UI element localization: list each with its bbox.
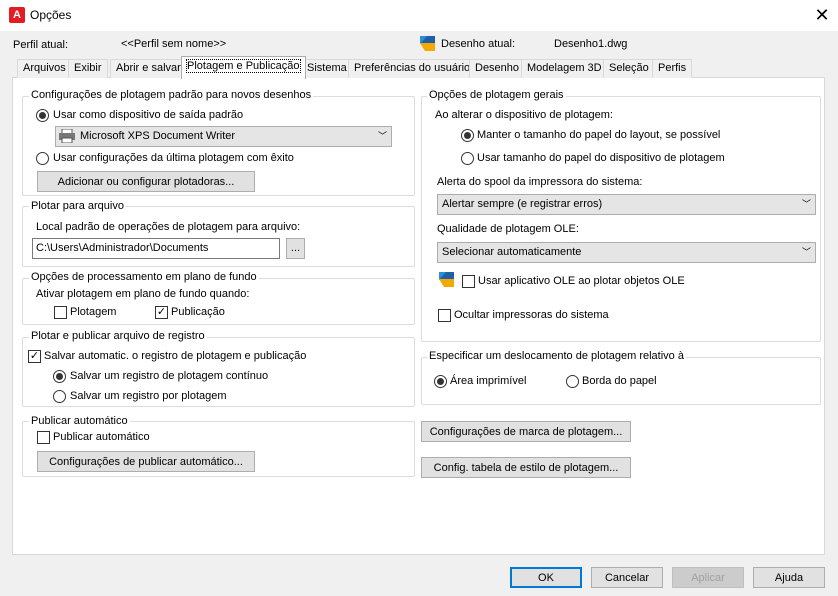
keep-paper-size-radio[interactable] bbox=[461, 129, 474, 142]
ole-app-label: Usar aplicativo OLE ao plotar objetos OL… bbox=[478, 275, 685, 287]
hide-printers-checkbox[interactable] bbox=[438, 309, 451, 322]
use-last-plot-label: Usar configurações da última plotagem co… bbox=[53, 152, 294, 164]
current-profile-value: <<Perfil sem nome>> bbox=[121, 38, 227, 50]
title-bar bbox=[0, 0, 838, 31]
tab-selecao[interactable]: Seleção bbox=[603, 59, 655, 78]
chevron-down-icon: ﹀ bbox=[801, 199, 811, 209]
plot-style-table-button[interactable]: Config. tabela de estilo de plotagem... bbox=[421, 457, 631, 478]
printable-area-radio[interactable] bbox=[434, 375, 447, 388]
paper-edge-label: Borda do papel bbox=[582, 375, 657, 387]
paper-edge-radio[interactable] bbox=[566, 375, 579, 388]
ole-quality-label: Qualidade de plotagem OLE: bbox=[437, 223, 579, 235]
use-device-paper-label: Usar tamanho do papel do dispositivo de … bbox=[477, 152, 725, 164]
background-publish-label: Publicação bbox=[171, 306, 225, 318]
continuous-log-label: Salvar um registro de plotagem contínuo bbox=[70, 370, 269, 382]
general-options-title: Opções de plotagem gerais bbox=[427, 89, 566, 101]
use-default-device-label: Usar como dispositivo de saída padrão bbox=[53, 109, 244, 121]
plot-to-file-label: Local padrão de operações de plotagem pa… bbox=[36, 221, 301, 233]
close-icon[interactable]: ✕ bbox=[810, 3, 834, 27]
tab-modelagem-3d[interactable]: Modelagem 3D bbox=[521, 59, 608, 78]
per-plot-log-label: Salvar um registro por plotagem bbox=[70, 390, 227, 402]
tab-sistema[interactable]: Sistema bbox=[301, 59, 353, 78]
window-title: Opções bbox=[30, 8, 72, 22]
browse-button[interactable]: ... bbox=[286, 238, 305, 259]
ole-quality-select[interactable]: Selecionar automaticamente ﹀ bbox=[437, 242, 816, 263]
background-title: Opções de processamento em plano de fund… bbox=[29, 271, 259, 283]
default-device-select[interactable]: Microsoft XPS Document Writer ﹀ bbox=[55, 126, 392, 147]
background-plot-label: Plotagem bbox=[70, 306, 117, 318]
spool-alert-value: Alertar sempre (e registrar erros) bbox=[442, 198, 603, 210]
autosave-log-label: Salvar automatic. o registro de plotagem… bbox=[44, 350, 307, 362]
default-device-value: Microsoft XPS Document Writer bbox=[80, 130, 236, 142]
current-drawing-label: Desenho atual: bbox=[441, 38, 515, 50]
chevron-down-icon: ﹀ bbox=[801, 247, 811, 257]
background-label: Ativar plotagem em plano de fundo quando… bbox=[36, 288, 250, 300]
ole-app-checkbox[interactable] bbox=[462, 275, 475, 288]
ole-object-icon bbox=[439, 272, 454, 287]
when-changing-label: Ao alterar o dispositivo de plotagem: bbox=[435, 109, 613, 121]
background-plot-checkbox[interactable] bbox=[54, 306, 67, 319]
ole-quality-value: Selecionar automaticamente bbox=[442, 246, 582, 258]
tab-exibir[interactable]: Exibir bbox=[68, 59, 108, 78]
tab-plotagem-publicacao[interactable]: Plotagem e Publicação bbox=[181, 56, 306, 79]
cancel-button[interactable]: Cancelar bbox=[591, 567, 663, 588]
current-drawing-value: Desenho1.dwg bbox=[554, 38, 628, 50]
drawing-icon bbox=[420, 36, 435, 51]
tab-arquivos[interactable]: Arquivos bbox=[17, 59, 72, 78]
plot-offset-title: Especificar um deslocamento de plotagem … bbox=[427, 350, 686, 362]
tab-plotagem-label: Plotagem e Publicação bbox=[186, 59, 301, 73]
current-profile-label: Perfil atual: bbox=[13, 39, 69, 51]
log-title: Plotar e publicar arquivo de registro bbox=[29, 330, 207, 342]
autopublish-checkbox[interactable] bbox=[37, 431, 50, 444]
background-publish-checkbox[interactable]: ✓ bbox=[155, 306, 168, 319]
ok-button[interactable]: OK bbox=[510, 567, 582, 588]
autopublish-title: Publicar automático bbox=[29, 415, 130, 427]
chevron-down-icon: ﹀ bbox=[377, 131, 387, 141]
apply-button[interactable]: Aplicar bbox=[672, 567, 744, 588]
spool-alert-label: Alerta do spool da impressora do sistema… bbox=[437, 176, 643, 188]
autopublish-label: Publicar automático bbox=[53, 431, 150, 443]
use-device-paper-radio[interactable] bbox=[461, 152, 474, 165]
use-last-plot-radio[interactable] bbox=[36, 152, 49, 165]
autosave-log-checkbox[interactable]: ✓ bbox=[28, 350, 41, 363]
continuous-log-radio[interactable] bbox=[53, 370, 66, 383]
printer-icon bbox=[59, 128, 75, 144]
tab-desenho[interactable]: Desenho bbox=[469, 59, 526, 78]
per-plot-log-radio[interactable] bbox=[53, 390, 66, 403]
plot-to-file-title: Plotar para arquivo bbox=[29, 200, 126, 212]
spool-alert-select[interactable]: Alertar sempre (e registrar erros) ﹀ bbox=[437, 194, 816, 215]
use-default-device-radio[interactable] bbox=[36, 109, 49, 122]
plot-stamp-settings-button[interactable]: Configurações de marca de plotagem... bbox=[421, 421, 631, 442]
tab-preferencias[interactable]: Preferências do usuário bbox=[348, 59, 477, 78]
printable-area-label: Área imprimível bbox=[450, 375, 527, 387]
default-plot-title: Configurações de plotagem padrão para no… bbox=[29, 89, 314, 101]
tab-perfis[interactable]: Perfis bbox=[652, 59, 693, 78]
help-button[interactable]: Ajuda bbox=[753, 567, 825, 588]
plot-to-file-path-input[interactable]: C:\Users\Administrador\Documents bbox=[32, 238, 280, 259]
add-plotters-button[interactable]: Adicionar ou configurar plotadoras... bbox=[37, 171, 255, 192]
hide-printers-label: Ocultar impressoras do sistema bbox=[454, 309, 609, 321]
keep-paper-size-label: Manter o tamanho do papel do layout, se … bbox=[477, 129, 721, 141]
autocad-app-icon: A bbox=[9, 7, 25, 23]
tab-abrir-salvar[interactable]: Abrir e salvar bbox=[110, 59, 187, 78]
autopublish-settings-button[interactable]: Configurações de publicar automático... bbox=[37, 451, 255, 472]
